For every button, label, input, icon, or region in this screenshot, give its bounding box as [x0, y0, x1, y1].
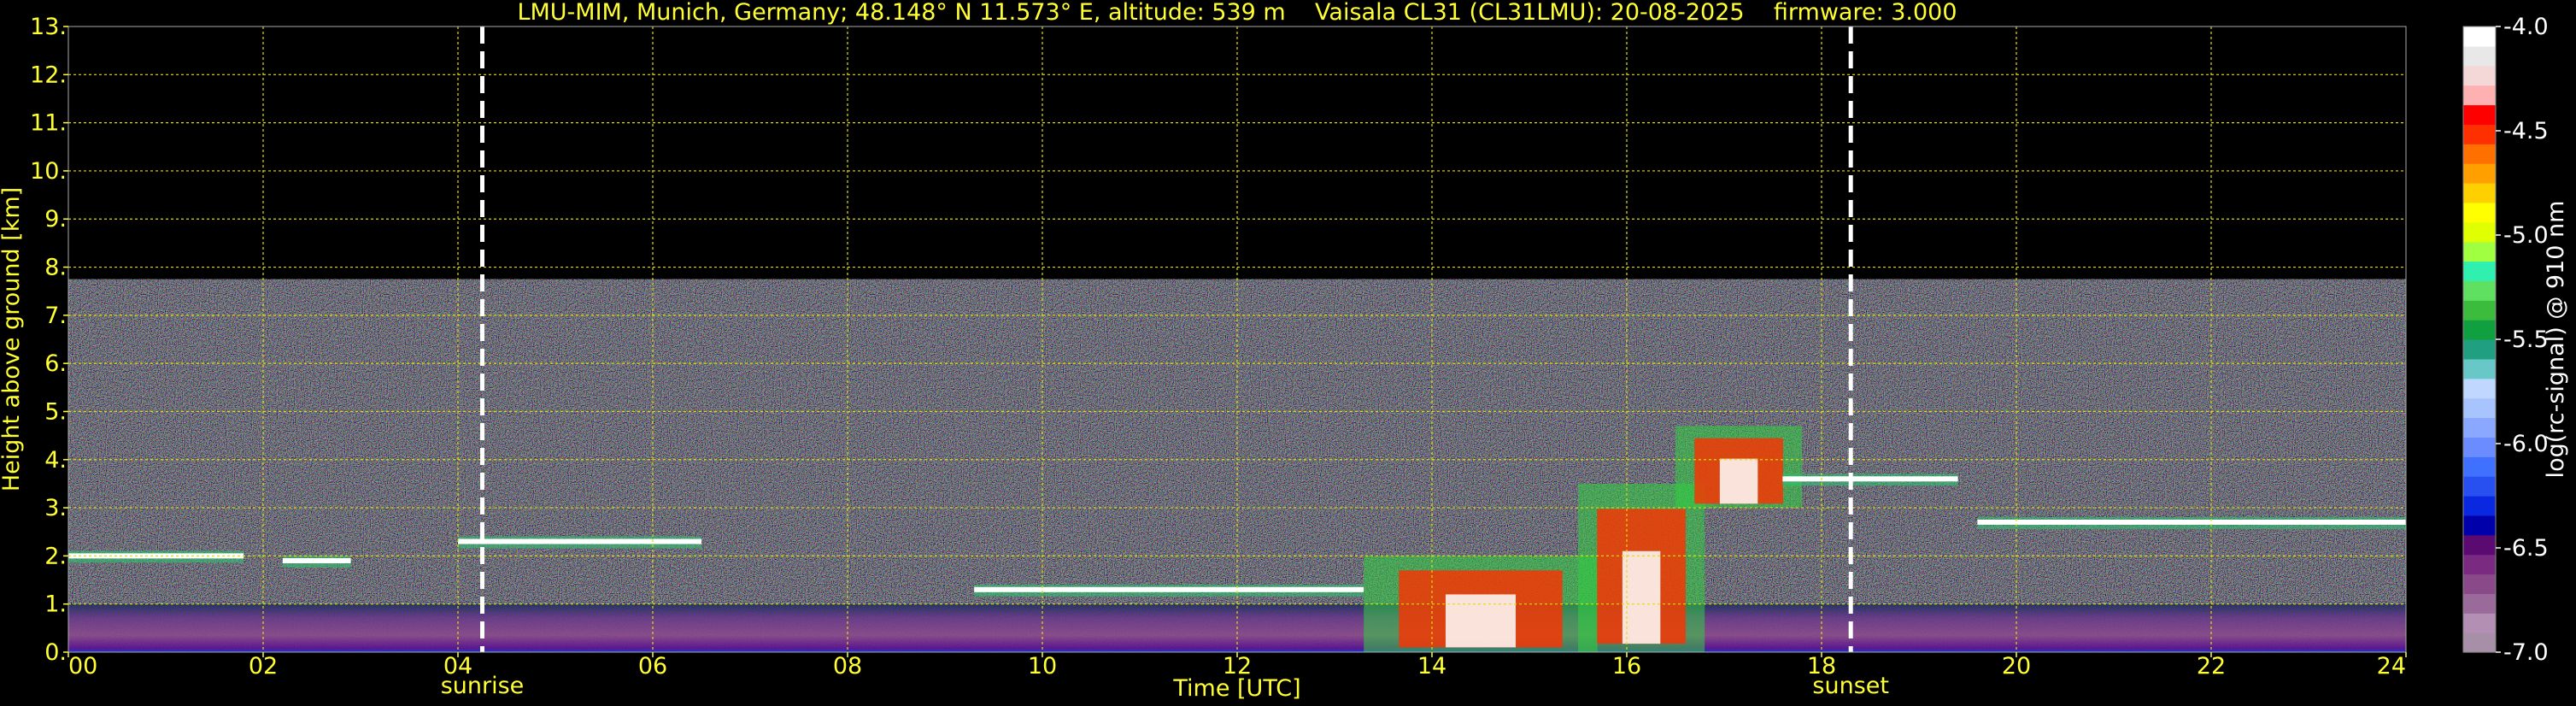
colorbar: -4.0 -4.5 -5.0 -5.5 -6.0 -6.5 -7.0 [2462, 14, 2549, 666]
x-tick-label: 06 [638, 653, 667, 680]
colorbar-swatch [2463, 397, 2496, 419]
colorbar-swatch [2463, 613, 2496, 633]
colorbar-swatch [2463, 163, 2496, 184]
ceilometer-chart: sunrise sunset 00 02 04 06 08 10 12 14 16 18 20 22 24… [0, 0, 2569, 702]
y-tick-label: 7. [44, 303, 67, 329]
y-tick-label: 2. [44, 543, 67, 569]
colorbar-tick-label: -5.0 [2503, 222, 2549, 249]
y-tick-label: 5. [44, 398, 67, 425]
colorbar-swatch [2463, 593, 2496, 614]
x-tick-label: 14 [1417, 653, 1446, 680]
colorbar-tick-label: -5.5 [2503, 327, 2549, 353]
x-tick-label: 22 [2197, 653, 2226, 680]
y-tick-label: 10. [30, 158, 67, 185]
colorbar-swatch [2463, 144, 2496, 164]
x-tick-label: 04 [443, 653, 472, 680]
feature-cloud-layer [1719, 458, 1758, 504]
colorbar-swatch [2463, 221, 2496, 243]
colorbar-swatch [2463, 124, 2496, 144]
colorbar-swatch [2463, 183, 2496, 203]
colorbar-swatch [2463, 26, 2496, 47]
y-tick-label: 4. [44, 447, 67, 474]
feature-convective-cloud [1445, 594, 1517, 648]
feature-boundary-layer-top [974, 586, 1364, 592]
colorbar-swatch [2463, 85, 2496, 106]
x-tick-label: 24 [2377, 653, 2406, 680]
colorbar-swatch [2463, 65, 2496, 86]
feature-convective-cloud [1622, 550, 1661, 644]
feature-cloud-layer [1782, 476, 1958, 482]
y-tick-label: 11. [30, 110, 67, 137]
colorbar-swatch [2463, 45, 2496, 67]
y-tick-label: 1. [44, 591, 67, 618]
chart-title: LMU-MIM, Munich, Germany; 48.148° N 11.5… [517, 0, 1957, 26]
colorbar-swatch [2463, 241, 2496, 262]
colorbar-swatch [2463, 202, 2496, 223]
colorbar-tick-label: -6.0 [2503, 431, 2549, 457]
colorbar-swatch [2463, 515, 2496, 536]
colorbar-swatch [2463, 554, 2496, 575]
y-axis-ticks: 0. 1. 2. 3. 4. 5. 6. 7. 8. 9. 10. 11. 12. 13. [30, 14, 68, 666]
y-tick-label: 0. [44, 639, 67, 666]
y-tick-label: 12. [30, 62, 67, 88]
colorbar-swatch [2463, 300, 2496, 321]
colorbar-swatch [2463, 280, 2496, 301]
colorbar-swatch [2463, 417, 2496, 438]
x-tick-label: 10 [1028, 653, 1057, 680]
colorbar-tick-label: -4.0 [2503, 14, 2549, 40]
colorbar-swatch [2463, 261, 2496, 281]
colorbar-swatch [2463, 632, 2496, 653]
y-tick-label: 6. [44, 350, 67, 377]
colorbar-swatch [2463, 339, 2496, 360]
x-axis-label: Time [UTC] [1172, 675, 1300, 702]
colorbar-swatch [2463, 437, 2496, 457]
x-tick-label: 16 [1612, 653, 1641, 680]
colorbar-swatch [2463, 104, 2496, 125]
colorbar-tick-label: -4.5 [2503, 118, 2549, 144]
y-tick-label: 3. [44, 495, 67, 521]
feature-nocturnal-layer [282, 558, 351, 564]
feature-nocturnal-layer [458, 538, 701, 544]
x-tick-label: 00 [68, 653, 97, 680]
y-axis-label: Height above ground [km] [0, 187, 25, 491]
colorbar-label: log(rc-signal) @ 910 nm [2543, 201, 2569, 479]
colorbar-swatch [2463, 496, 2496, 516]
colorbar-swatch [2463, 476, 2496, 497]
y-tick-label: 8. [44, 255, 67, 281]
y-tick-label: 13. [30, 14, 67, 40]
x-tick-label: 08 [833, 653, 862, 680]
colorbar-tick-label: -7.0 [2503, 639, 2549, 666]
colorbar-swatch [2463, 358, 2496, 379]
x-tick-label: 18 [1807, 653, 1836, 680]
y-tick-label: 9. [44, 206, 67, 232]
colorbar-swatch [2463, 320, 2496, 340]
x-tick-label: 02 [249, 653, 278, 680]
colorbar-swatch [2463, 534, 2496, 556]
colorbar-swatch [2463, 456, 2496, 477]
feature-cloud-layer [1977, 519, 2406, 525]
x-tick-label: 20 [2002, 653, 2031, 680]
colorbar-swatch [2463, 574, 2496, 594]
colorbar-swatch [2463, 378, 2496, 399]
colorbar-tick-label: -6.5 [2503, 535, 2549, 562]
